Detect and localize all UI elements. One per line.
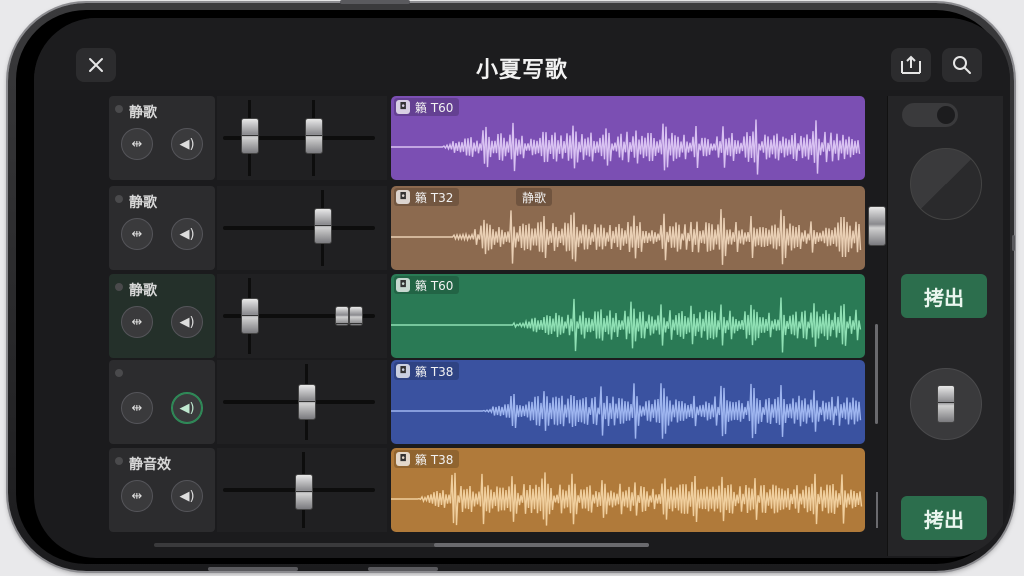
header-bar: 小夏写歌 xyxy=(34,18,1010,90)
region-label-text: 籟 T38 xyxy=(415,452,454,467)
device-frame: ◠ 小夏写歌 静歌 ⇹ xyxy=(8,0,1015,571)
speaker-button[interactable]: ◀︎) xyxy=(171,306,203,338)
track-name: 静歌 xyxy=(115,192,157,212)
side-button-3 xyxy=(1012,235,1015,251)
waveform-path xyxy=(391,472,863,526)
toggle-switch[interactable] xyxy=(902,103,958,127)
mute-button[interactable]: ⇹ xyxy=(121,306,153,338)
dial-knob[interactable] xyxy=(937,385,955,423)
vertical-scroll-indicator xyxy=(876,492,878,528)
region-label-text: 籟 T60 xyxy=(415,278,454,293)
loop-icon: ◘ xyxy=(396,452,410,466)
waveform-path xyxy=(391,209,862,265)
side-button-2 xyxy=(368,567,438,571)
speaker-icon: ◀︎) xyxy=(179,314,195,330)
waveform xyxy=(391,383,862,439)
horizontal-scrollbar[interactable] xyxy=(154,543,649,547)
speaker-icon: ◀︎) xyxy=(179,136,195,152)
pan-fader-knob[interactable] xyxy=(314,208,332,244)
speaker-icon: ◀︎) xyxy=(179,488,195,504)
track-mixer xyxy=(217,274,387,358)
split-icon: ⇹ xyxy=(131,136,143,152)
volume-fader-knob[interactable] xyxy=(241,298,259,334)
track-mixer xyxy=(217,186,387,270)
vertical-scroll-knob[interactable] xyxy=(868,206,886,246)
speaker-icon: ◀︎) xyxy=(179,400,195,416)
audio-region[interactable]: ◘ 籟 T60 xyxy=(391,274,865,358)
track-header[interactable]: 静歌 ⇹ ◀︎) xyxy=(109,96,215,180)
track-row: ⇹ ◀︎) ◘ 籟 T38 xyxy=(109,360,879,444)
pan-fader-knob[interactable] xyxy=(298,384,316,420)
track-name: 静音效 xyxy=(115,454,171,474)
audio-region[interactable]: ◘ 籟 T38 xyxy=(391,360,865,444)
waveform-path xyxy=(391,383,862,439)
mute-button[interactable]: ⇹ xyxy=(121,392,153,424)
waveform xyxy=(391,119,861,175)
region-label-text: 籟 T60 xyxy=(415,100,454,115)
waveform xyxy=(391,209,862,265)
pan-fader-knob-2[interactable] xyxy=(349,306,363,326)
audio-region[interactable]: ◘ 籟 T38 xyxy=(391,448,865,532)
export-button-2[interactable]: 拷出 xyxy=(901,496,987,540)
pan-fader-knob[interactable] xyxy=(335,306,349,326)
track-row: 静歌 ⇹ ◀︎) ◘ 籟 T60 xyxy=(109,96,879,180)
master-dial[interactable] xyxy=(910,148,982,220)
region-label-text: 籟 T32 xyxy=(415,190,454,205)
speaker-icon: ◀︎) xyxy=(179,226,195,242)
track-row: 静歌 ⇹ ◀︎) ◘ 籟 T60 xyxy=(109,274,879,358)
loop-icon: ◘ xyxy=(396,364,410,378)
export-button[interactable]: 拷出 xyxy=(901,274,987,318)
audio-region[interactable]: ◘ 籟 T32 静歌 xyxy=(391,186,865,270)
volume-button xyxy=(340,0,410,4)
side-button xyxy=(208,567,298,571)
split-icon: ⇹ xyxy=(131,226,143,242)
waveform-path xyxy=(391,297,862,353)
track-mixer xyxy=(217,448,387,532)
mute-button[interactable]: ⇹ xyxy=(121,128,153,160)
speaker-button[interactable]: ◀︎) xyxy=(171,392,203,424)
waveform xyxy=(391,472,863,526)
device-bezel: ◠ 小夏写歌 静歌 ⇹ xyxy=(16,10,1010,564)
loop-icon: ◘ xyxy=(396,100,410,114)
track-header[interactable]: 静歌 ⇹ ◀︎) xyxy=(109,274,215,358)
mute-button[interactable]: ⇹ xyxy=(121,480,153,512)
waveform xyxy=(391,297,862,353)
track-name: 静歌 xyxy=(115,102,157,122)
share-icon xyxy=(901,55,921,74)
share-button[interactable] xyxy=(891,48,931,82)
track-mixer xyxy=(217,96,387,180)
region-label-text: 籟 T38 xyxy=(415,364,454,379)
pan-fader-knob[interactable] xyxy=(295,474,313,510)
search-button[interactable] xyxy=(942,48,982,82)
speaker-button[interactable]: ◀︎) xyxy=(171,218,203,250)
track-list: 静歌 ⇹ ◀︎) ◘ 籟 T60 静歌 ⇹ ◀︎) ◘ 籟 T32 静歌 静歌 … xyxy=(109,96,879,536)
track-name: 静歌 xyxy=(115,280,157,300)
split-icon: ⇹ xyxy=(131,488,143,504)
page-title: 小夏写歌 xyxy=(475,58,568,83)
pan-fader-knob[interactable] xyxy=(305,118,323,154)
track-mixer xyxy=(217,360,387,444)
right-control-panel: 拷出 拷出 xyxy=(887,96,1003,556)
volume-fader-knob[interactable] xyxy=(241,118,259,154)
mute-button[interactable]: ⇹ xyxy=(121,218,153,250)
fader-track xyxy=(223,226,375,230)
track-row: 静音效 ⇹ ◀︎) ◘ 籟 T38 xyxy=(109,448,879,532)
vertical-scrollbar[interactable] xyxy=(875,324,878,424)
search-icon xyxy=(953,56,971,74)
track-row: 静歌 ⇹ ◀︎) ◘ 籟 T32 静歌 xyxy=(109,186,879,270)
track-header[interactable]: 静歌 ⇹ ◀︎) xyxy=(109,186,215,270)
speaker-button[interactable]: ◀︎) xyxy=(171,480,203,512)
split-icon: ⇹ xyxy=(131,314,143,330)
app-screen: 小夏写歌 静歌 ⇹ ◀︎) ◘ 籟 T60 静歌 ⇹ ◀︎) ◘ 籟 T32 静… xyxy=(34,18,1010,558)
loop-icon: ◘ xyxy=(396,190,410,204)
waveform-path xyxy=(391,119,861,175)
audio-region[interactable]: ◘ 籟 T60 xyxy=(391,96,865,180)
fader-dial[interactable] xyxy=(910,368,982,440)
speaker-button[interactable]: ◀︎) xyxy=(171,128,203,160)
track-header[interactable]: 静音效 ⇹ ◀︎) xyxy=(109,448,215,532)
loop-icon: ◘ xyxy=(396,278,410,292)
split-icon: ⇹ xyxy=(131,400,143,416)
track-header[interactable]: ⇹ ◀︎) xyxy=(109,360,215,444)
